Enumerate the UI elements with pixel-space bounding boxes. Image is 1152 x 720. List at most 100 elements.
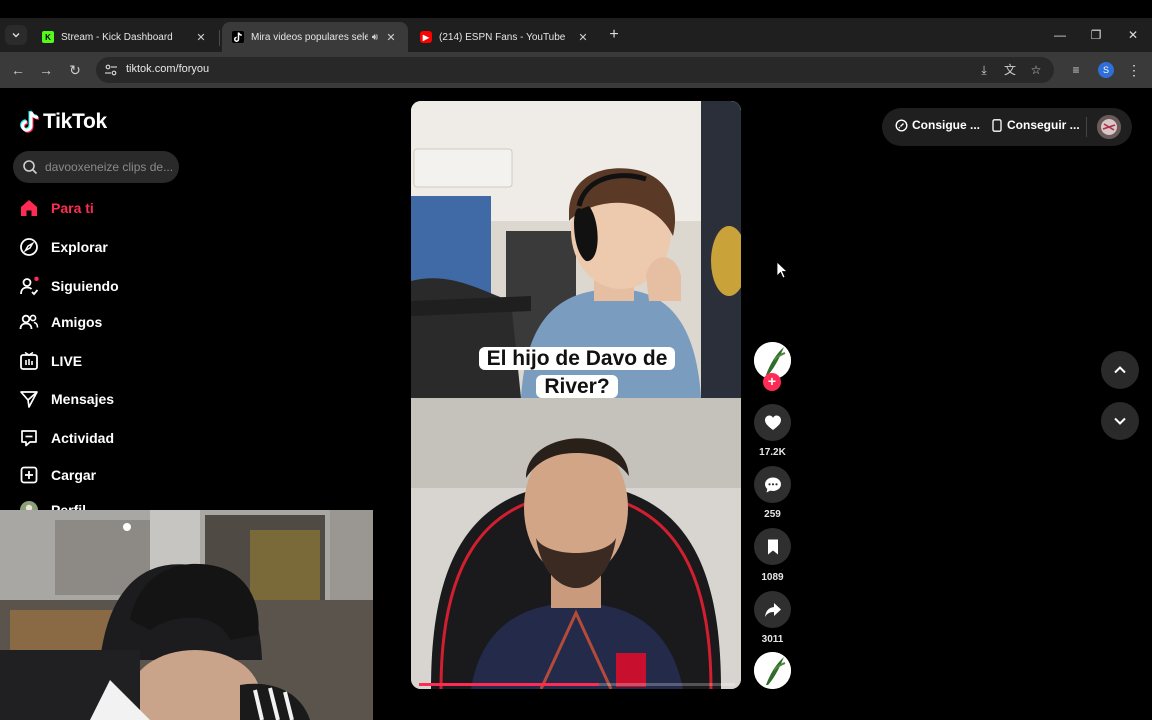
reload-button[interactable]: ↻ [65,60,85,80]
user-avatar[interactable] [1097,115,1121,139]
video-frame-bottom [411,398,741,689]
nav-item-siguiendo[interactable]: Siguiendo [19,275,119,297]
search-input[interactable]: davooxeneize clips de... [13,151,179,183]
nav-item-explorar[interactable]: Explorar [19,236,108,258]
video-progress-bar[interactable] [419,683,735,686]
profile-avatar[interactable]: S [1098,62,1114,78]
video-caption: El hijo de Davo de River? [472,345,682,401]
header-actions: Consigue ... Conseguir ... [882,108,1132,146]
tab-tiktok[interactable]: Mira videos populares seleccionados 🔊︎ ✕ [222,22,408,52]
like-count: 17.2K [759,447,786,458]
nav-item-para-ti[interactable]: Para ti [19,197,94,219]
save-button[interactable] [754,528,791,565]
nav-label: Mensajes [51,391,115,407]
nav-label: Para ti [51,200,94,216]
live-icon [19,351,39,371]
webcam-image [0,510,373,720]
leaf-logo-icon [754,652,791,689]
address-bar[interactable]: tiktok.com/foryou ⤓ 文 ☆ [96,57,1054,83]
browser-toolbar: ← → ↻ tiktok.com/foryou ⤓ 文 ☆ ≡ S ⋮ [0,52,1152,88]
menu-icon[interactable]: ⋮ [1126,61,1142,79]
tiktok-note-icon [20,110,40,133]
avatar-image [1097,115,1121,139]
chevron-down-icon [1114,417,1126,425]
like-button[interactable] [754,404,791,441]
forward-button[interactable]: → [36,60,56,80]
close-icon[interactable]: ✕ [576,31,590,44]
save-count: 1089 [761,572,784,583]
chevron-up-icon [1114,366,1126,374]
search-icon [23,160,38,175]
minimize-button[interactable]: — [1048,24,1072,46]
messages-icon [19,389,39,409]
upload-icon [19,465,39,485]
nav-item-amigos[interactable]: Amigos [19,311,102,333]
search-placeholder: davooxeneize clips de... [45,160,173,174]
share-arrow-icon [764,602,781,617]
chevron-down-icon [12,33,20,38]
get-app-label: Conseguir ... [1007,118,1080,132]
nav-label: Explorar [51,239,108,255]
new-tab-button[interactable]: + [604,25,624,45]
bookmark-star-icon[interactable]: ☆ [1028,62,1044,78]
nav-label: LIVE [51,353,83,369]
compass-icon [19,237,39,257]
mouse-cursor-icon [776,261,788,279]
nav-label: Actividad [51,430,115,446]
webcam-overlay [0,510,373,720]
tiktok-logo[interactable]: TikTok [19,110,107,134]
nav-item-live[interactable]: LIVE [19,350,82,372]
get-app-button[interactable]: Conseguir ... [992,118,1080,132]
phone-icon [992,118,1002,132]
tiktok-icon [232,31,244,43]
divider [1086,117,1087,137]
comment-count: 259 [764,509,781,520]
tab-youtube[interactable]: ▶ (214) ESPN Fans - YouTube ✕ [410,22,600,52]
home-icon [19,198,39,218]
heart-icon [764,415,781,430]
kick-icon: K [42,31,54,43]
tab-search-button[interactable] [5,25,27,45]
translate-icon[interactable]: 文 [1002,62,1018,78]
youtube-icon: ▶ [420,31,432,43]
top-strip [0,0,1152,18]
media-controls-icon[interactable]: ≡ [1068,62,1084,78]
tab-title: (214) ESPN Fans - YouTube [439,31,566,43]
close-icon[interactable]: ✕ [384,31,398,44]
close-icon[interactable]: ✕ [194,31,208,44]
music-disc[interactable] [754,652,791,689]
activity-icon [19,428,39,448]
nav-item-mensajes[interactable]: Mensajes [19,388,114,410]
tiktok-page: TikTok davooxeneize clips de... Para ti … [0,88,1152,720]
nav-item-actividad[interactable]: Actividad [19,427,114,449]
nav-label: Cargar [51,467,97,483]
back-button[interactable]: ← [8,60,28,80]
video-progress-fill [419,683,600,686]
video-player[interactable]: El hijo de Davo de River? [411,101,741,689]
tab-bar: K Stream - Kick Dashboard ✕ Mira videos … [0,18,1152,52]
get-coins-label: Consigue ... [912,118,981,132]
comment-icon [764,477,781,492]
restore-button[interactable]: ❐ [1084,24,1108,46]
coin-icon [895,118,908,132]
following-icon [19,276,39,296]
tab-title: Stream - Kick Dashboard [61,31,173,43]
nav-item-cargar[interactable]: Cargar [19,464,96,486]
tab-divider [219,30,220,46]
comment-button[interactable] [754,466,791,503]
follow-button[interactable]: + [763,373,781,391]
brand-name: TikTok [43,110,107,133]
tab-kick[interactable]: K Stream - Kick Dashboard ✕ [32,22,218,52]
previous-video-button[interactable] [1101,351,1139,389]
friends-icon [19,312,39,332]
site-settings-icon[interactable] [104,63,118,77]
nav-label: Siguiendo [51,278,119,294]
install-app-icon[interactable]: ⤓ [976,62,992,78]
share-button[interactable] [754,591,791,628]
url-text: tiktok.com/foryou [126,63,210,75]
speaker-icon[interactable]: 🔊︎ [372,32,378,43]
close-window-button[interactable]: ✕ [1121,24,1145,46]
caption-text: El hijo de Davo de River? [478,347,676,398]
next-video-button[interactable] [1101,402,1139,440]
get-coins-button[interactable]: Consigue ... [895,118,980,132]
